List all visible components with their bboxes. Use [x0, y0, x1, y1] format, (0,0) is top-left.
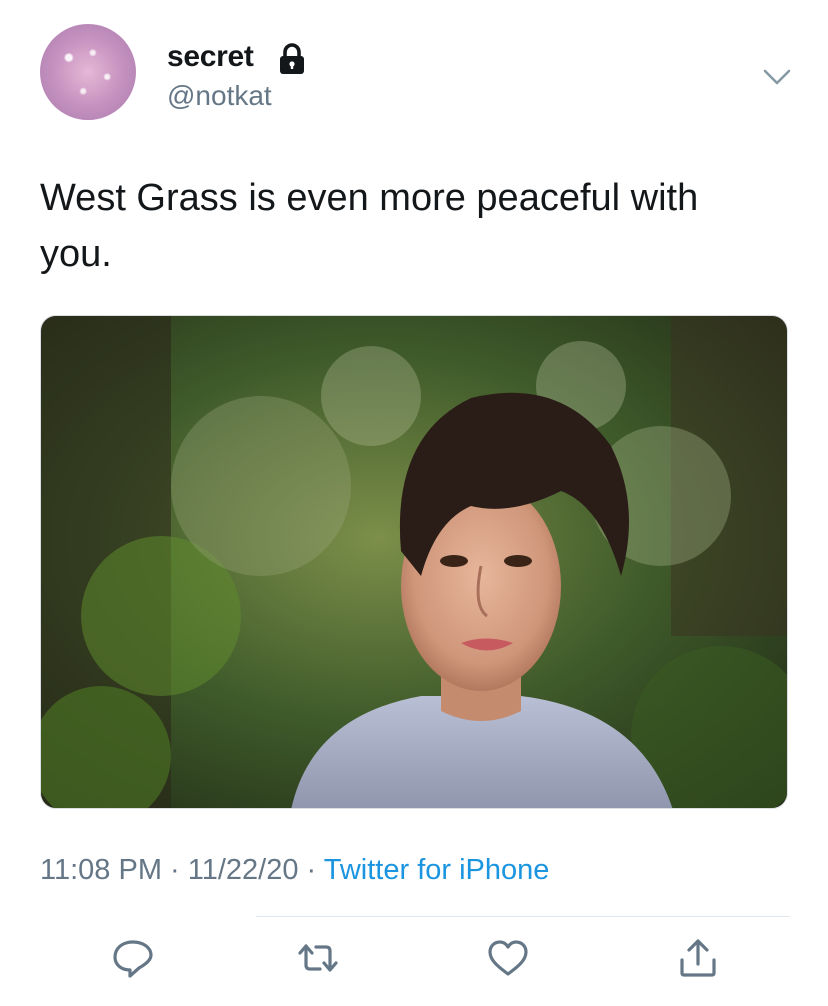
- tweet-time[interactable]: 11:08 PM: [40, 854, 162, 886]
- share-icon: [680, 939, 716, 977]
- tweet-source-link[interactable]: Twitter for iPhone: [324, 854, 550, 886]
- retweet-button[interactable]: [296, 938, 340, 978]
- like-icon: [488, 940, 528, 976]
- photo-illustration: [41, 316, 787, 808]
- meta-separator: ·: [298, 854, 324, 886]
- like-button[interactable]: [486, 938, 530, 978]
- reply-button[interactable]: [111, 938, 155, 978]
- chevron-down-icon[interactable]: [762, 66, 792, 88]
- lock-icon: [280, 43, 304, 74]
- reply-icon: [113, 940, 153, 978]
- tweet-text: West Grass is even more peaceful with yo…: [40, 177, 699, 275]
- author-handle[interactable]: @notkat: [167, 80, 272, 112]
- author-display-name[interactable]: secret: [167, 40, 254, 74]
- tweet-media-photo[interactable]: [40, 315, 788, 809]
- divider: [256, 916, 790, 917]
- meta-separator: ·: [161, 854, 188, 886]
- author-avatar[interactable]: [40, 24, 136, 120]
- tweet-date[interactable]: 11/22/20: [188, 854, 299, 886]
- share-button[interactable]: [676, 938, 720, 978]
- retweet-icon: [298, 944, 338, 972]
- tweet-meta: 11:08 PM · 11/22/20 · Twitter for iPhone: [40, 854, 549, 887]
